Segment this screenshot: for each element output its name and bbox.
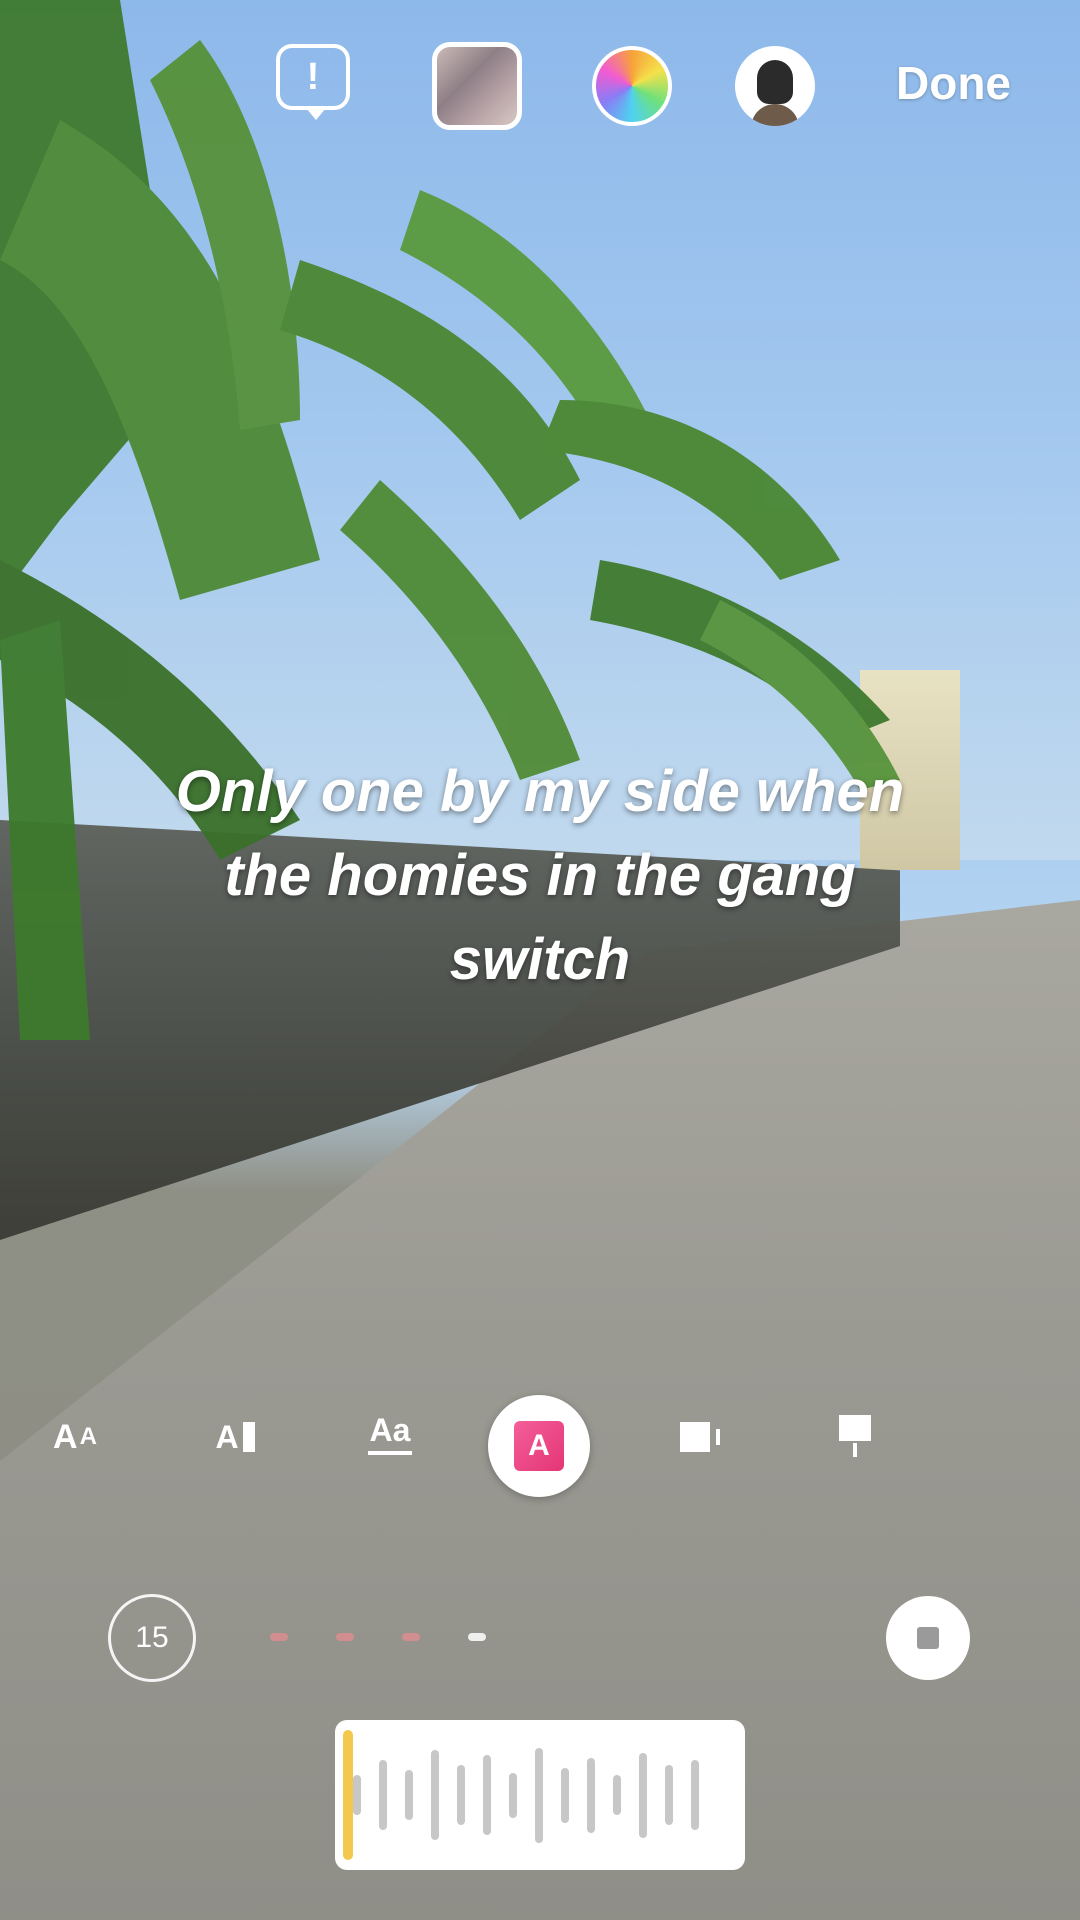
- stem-icon: [853, 1443, 857, 1457]
- style-a-box-button[interactable]: A: [200, 1407, 270, 1467]
- waveform-bar: [691, 1760, 699, 1830]
- side-line-icon: [716, 1429, 720, 1445]
- style-side-bar-button[interactable]: [670, 1407, 730, 1467]
- dot-active: [468, 1633, 486, 1641]
- style-aa-button[interactable]: A A: [40, 1407, 110, 1467]
- dot: [402, 1633, 420, 1641]
- style-highlight-button-selected[interactable]: A: [488, 1395, 590, 1497]
- block-top-icon: [839, 1415, 871, 1441]
- dot: [270, 1633, 288, 1641]
- done-button[interactable]: Done: [896, 52, 1036, 114]
- style-top-bar-button[interactable]: [830, 1401, 880, 1471]
- waveform-bar: [431, 1750, 439, 1840]
- waveform-bar: [457, 1765, 465, 1825]
- dot: [336, 1633, 354, 1641]
- duration-selector[interactable]: 15: [108, 1594, 196, 1682]
- underline-icon: [368, 1450, 412, 1455]
- caption-line-3: switch: [449, 927, 631, 992]
- avatar-icon[interactable]: [735, 46, 815, 126]
- style-aa-underline-button[interactable]: Aa: [355, 1403, 425, 1463]
- style-aa-underline-label: Aa: [369, 1411, 411, 1448]
- waveform-bar: [587, 1757, 595, 1833]
- media-thumbnail[interactable]: [432, 42, 522, 130]
- story-editor: ! Done Only one by my side when the homi…: [0, 0, 1080, 1920]
- waveform-bar: [379, 1760, 387, 1830]
- waveform-bar: [353, 1775, 361, 1815]
- avatar-body: [751, 104, 799, 126]
- style-a-box-label: A: [215, 1418, 239, 1455]
- waveform-bar: [509, 1772, 517, 1818]
- story-caption[interactable]: Only one by my side when the homies in t…: [90, 750, 990, 1002]
- audio-waveform-scrubber[interactable]: [335, 1720, 745, 1870]
- style-aa-small: A: [79, 1423, 97, 1450]
- style-aa-big: A: [53, 1417, 78, 1456]
- avatar-face: [757, 60, 793, 104]
- progress-dots: [270, 1630, 510, 1644]
- cursor-bar-icon: [242, 1422, 255, 1452]
- waveform-bar: [665, 1765, 673, 1825]
- highlight-a-label: A: [528, 1429, 550, 1462]
- waveform-bar: [639, 1752, 647, 1838]
- highlight-a-icon: A: [514, 1421, 564, 1471]
- text-style-toolbar: A A A Aa A: [0, 1395, 1080, 1497]
- duration-value: 15: [135, 1621, 169, 1654]
- caption-line-2: the homies in the gang: [224, 843, 856, 908]
- waveform-bar: [535, 1747, 543, 1843]
- sticker-alert-icon[interactable]: !: [276, 44, 350, 120]
- block-icon: [680, 1422, 710, 1452]
- caption-line-1: Only one by my side when: [175, 759, 905, 824]
- waveform-bar: [483, 1755, 491, 1835]
- scrubber-handle[interactable]: [343, 1730, 353, 1860]
- waveform-bar: [561, 1767, 569, 1823]
- waveform-bar: [613, 1775, 621, 1815]
- waveform-bar: [405, 1770, 413, 1820]
- stop-icon: [917, 1627, 939, 1649]
- stop-button[interactable]: [886, 1596, 970, 1680]
- alert-glyph: !: [306, 55, 320, 98]
- color-wheel-icon[interactable]: [592, 46, 672, 126]
